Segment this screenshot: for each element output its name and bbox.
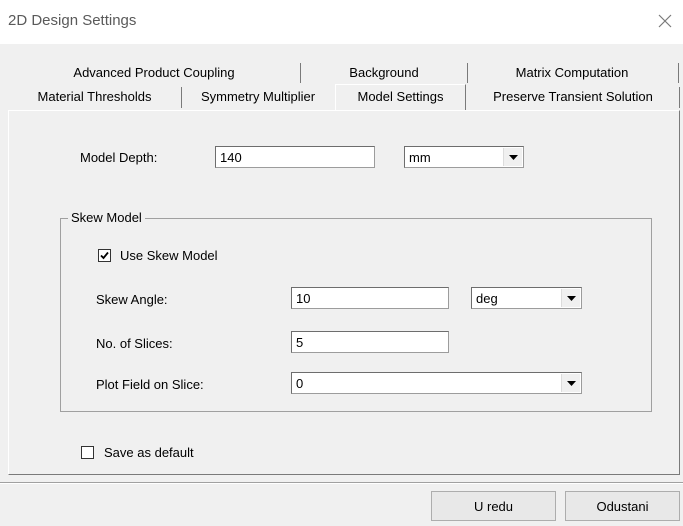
tab-label: Material Thresholds (37, 89, 152, 104)
tab-matrix-computation[interactable]: Matrix Computation (468, 62, 676, 84)
plot-field-value: 0 (296, 376, 304, 391)
slices-label: No. of Slices: (96, 336, 173, 351)
tab-label: Matrix Computation (515, 65, 629, 80)
tab-label: Preserve Transient Solution (493, 89, 653, 104)
use-skew-model-label: Use Skew Model (120, 248, 218, 263)
use-skew-model-checkbox[interactable] (98, 249, 111, 262)
tab-label: Advanced Product Coupling (73, 65, 235, 80)
tab-divider (679, 87, 680, 108)
model-depth-unit-select[interactable]: mm (404, 146, 524, 168)
tab-material-thresholds[interactable]: Material Thresholds (8, 86, 181, 108)
plot-field-label: Plot Field on Slice: (96, 377, 204, 392)
skew-model-group-title: Skew Model (68, 210, 145, 225)
skew-angle-unit-select[interactable]: deg (471, 287, 582, 309)
tab-model-settings[interactable]: Model Settings (335, 84, 466, 110)
checkmark-icon (100, 251, 109, 260)
tab-divider (678, 63, 679, 83)
save-as-default-checkbox[interactable] (81, 446, 94, 459)
window-title: 2D Design Settings (8, 12, 137, 29)
ok-button[interactable]: U redu (431, 491, 556, 521)
cancel-button[interactable]: Odustani (565, 491, 680, 521)
tab-label: Background (349, 65, 419, 80)
close-icon (658, 11, 672, 34)
skew-angle-unit-value: deg (476, 291, 498, 306)
model-depth-label: Model Depth: (80, 150, 158, 165)
title-bar: 2D Design Settings (0, 0, 683, 44)
tab-preserve-transient-solution[interactable]: Preserve Transient Solution (467, 86, 679, 108)
tab-advanced-product-coupling[interactable]: Advanced Product Coupling (8, 62, 300, 84)
close-button[interactable] (652, 9, 678, 35)
skew-angle-label: Skew Angle: (96, 292, 168, 307)
chevron-down-icon (503, 148, 522, 166)
model-depth-unit-value: mm (409, 150, 431, 165)
slices-input[interactable] (291, 331, 449, 353)
plot-field-select[interactable]: 0 (291, 372, 582, 394)
tab-label: Model Settings (357, 89, 444, 104)
chevron-down-icon (561, 374, 580, 392)
model-depth-input[interactable] (215, 146, 375, 168)
save-as-default-label: Save as default (104, 445, 194, 460)
tab-symmetry-multiplier[interactable]: Symmetry Multiplier (182, 86, 334, 108)
chevron-down-icon (561, 289, 580, 307)
tab-background[interactable]: Background (301, 62, 467, 84)
footer-divider-highlight (0, 483, 683, 484)
skew-angle-input[interactable] (291, 287, 449, 309)
tab-label: Symmetry Multiplier (200, 89, 316, 104)
